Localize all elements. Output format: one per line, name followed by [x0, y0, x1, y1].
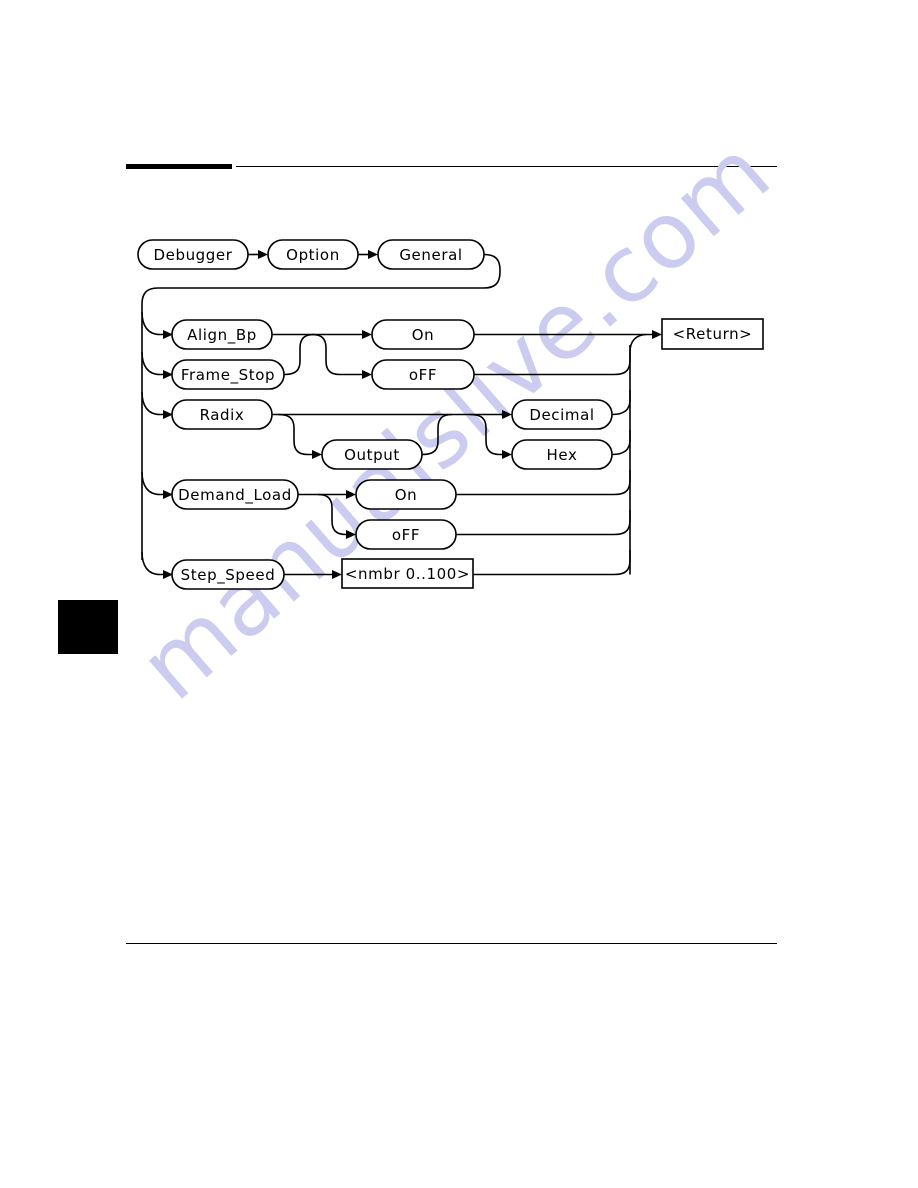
arrowhead-option: [258, 250, 268, 259]
node-align-on: On: [371, 319, 475, 350]
rail-demand-on-to-right-rail: [456, 470, 631, 496]
node-step-speed: Step_Speed: [171, 559, 285, 590]
rail-hex-to-right-rail: [611, 430, 631, 456]
node-demand-off-label: oFF: [392, 526, 420, 544]
node-frame-stop-label: Frame_Stop: [181, 366, 275, 385]
syntax-railroad-diagram: Debugger Option General Align_Bp Frame_S…: [137, 239, 764, 590]
node-output: Output: [321, 439, 423, 470]
node-align-off: oFF: [371, 359, 475, 390]
arrowhead-general: [368, 250, 378, 259]
rail-to-hex: [469, 413, 506, 456]
node-output-label: Output: [344, 446, 400, 464]
arrowhead-output: [312, 450, 322, 459]
rail-branch-demand-load: [141, 471, 166, 496]
node-demand-off: oFF: [355, 519, 457, 550]
rail-right-vertical-to-return: [629, 333, 656, 575]
node-demand-on: On: [355, 479, 457, 510]
node-decimal-label: Decimal: [529, 406, 594, 424]
document-page: manualslive.com Debugger Option General: [0, 0, 918, 1188]
node-hex: Hex: [511, 439, 613, 470]
rail-off-to-right-rail: [474, 345, 631, 376]
arrowhead-demand-on: [346, 490, 356, 499]
node-align-bp-label: Align_Bp: [187, 326, 257, 345]
node-general-label: General: [399, 246, 462, 264]
node-debugger-label: Debugger: [153, 246, 232, 264]
rail-frame-stop-join: [283, 333, 315, 376]
rail-radix-to-output: [277, 413, 316, 456]
rail-branch-step-speed: [141, 551, 166, 576]
node-general: General: [377, 239, 485, 270]
arrowhead-align-on: [362, 330, 372, 339]
node-option: Option: [267, 239, 359, 270]
node-align-bp: Align_Bp: [171, 319, 273, 350]
rail-demand-off-to-right-rail: [456, 510, 631, 536]
node-nmbr-range: <nmbr 0..100>: [341, 558, 474, 589]
rail-align-bp-to-off: [311, 333, 366, 376]
node-return: <Return>: [661, 318, 764, 350]
node-frame-stop: Frame_Stop: [171, 359, 285, 390]
rail-branch-align-bp: [141, 311, 166, 336]
arrowhead-nmbr: [332, 570, 342, 579]
node-hex-label: Hex: [547, 446, 578, 464]
node-demand-on-label: On: [395, 486, 418, 504]
rail-decimal-to-right-rail: [611, 390, 631, 416]
rail-branch-frame-stop: [141, 351, 166, 376]
arrowhead-return: [652, 330, 662, 339]
node-demand-load: Demand_Load: [171, 479, 299, 510]
node-align-on-label: On: [412, 326, 435, 344]
node-align-off-label: oFF: [409, 366, 437, 384]
node-radix: Radix: [171, 399, 273, 430]
rail-demand-load-to-off: [317, 493, 350, 536]
node-return-label: <Return>: [673, 325, 753, 343]
rail-branch-radix: [141, 391, 166, 416]
arrowhead-hex: [502, 450, 512, 459]
node-demand-load-label: Demand_Load: [178, 486, 292, 505]
node-option-label: Option: [286, 246, 340, 264]
chapter-tab-marker: [58, 600, 118, 654]
rail-nmbr-to-right-rail: [473, 550, 631, 576]
node-radix-label: Radix: [200, 406, 245, 424]
arrowhead-decimal: [502, 410, 512, 419]
node-nmbr-range-label: <nmbr 0..100>: [345, 565, 470, 583]
node-step-speed-label: Step_Speed: [181, 566, 276, 585]
arrowhead-align-off: [362, 370, 372, 379]
arrowhead-demand-off: [346, 530, 356, 539]
node-decimal: Decimal: [511, 399, 613, 430]
node-debugger: Debugger: [137, 239, 249, 270]
footer-rule: [126, 943, 777, 945]
rail-output-join-decimal: [421, 413, 453, 456]
